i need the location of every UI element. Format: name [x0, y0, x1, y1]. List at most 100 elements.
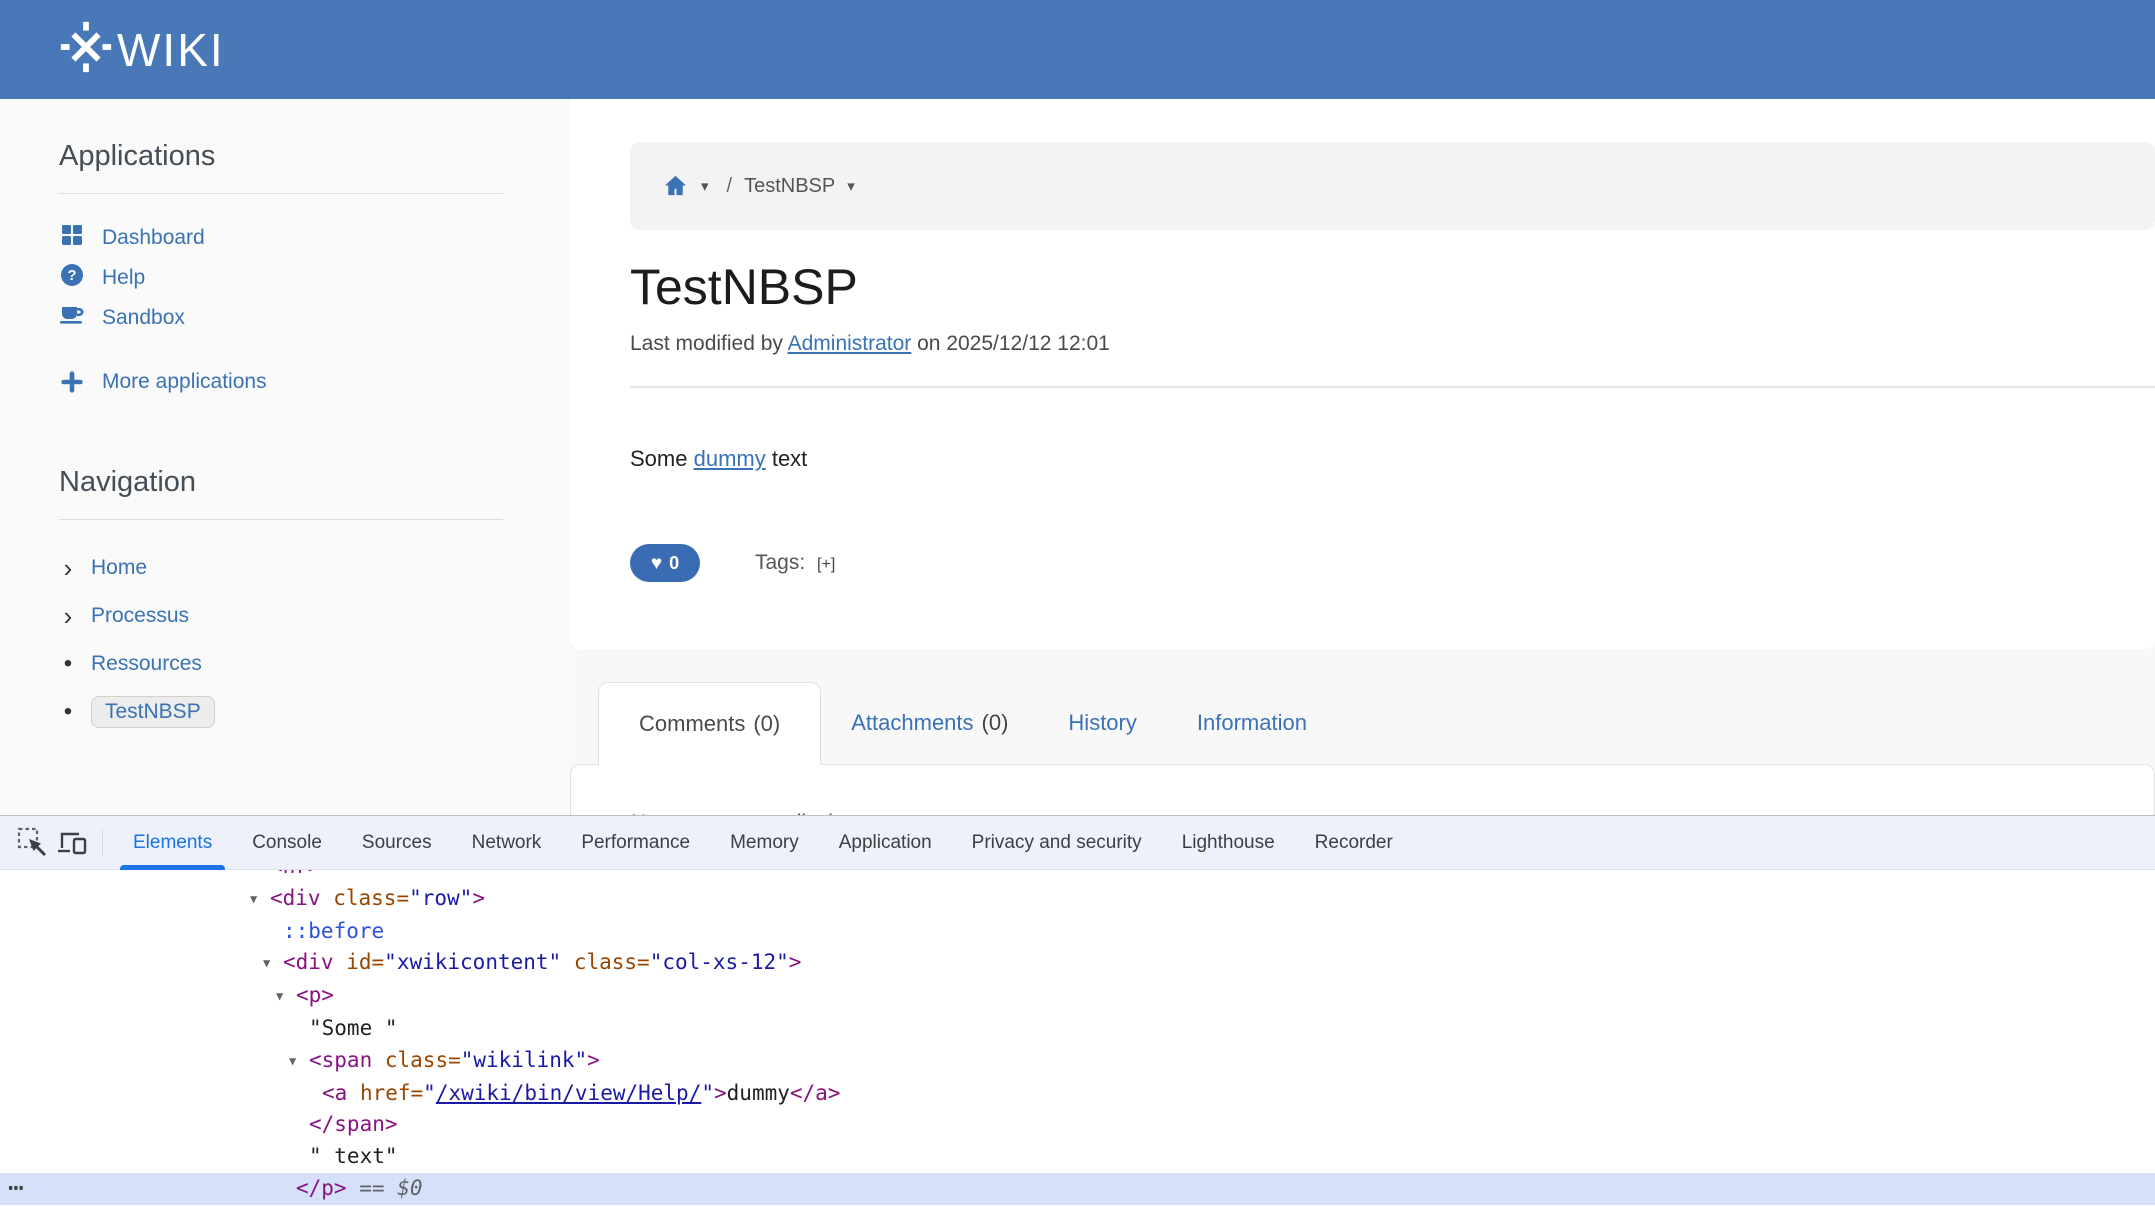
code-token-plain	[334, 950, 347, 974]
dom-tree-node[interactable]: " text"	[0, 1141, 2155, 1173]
dummy-link[interactable]: dummy	[694, 446, 766, 471]
sidebar-link-ressources[interactable]: Ressources	[91, 652, 202, 676]
devtools-tab-privacy-and-security[interactable]: Privacy and security	[952, 816, 1162, 870]
devtools-tab-lighthouse[interactable]: Lighthouse	[1162, 816, 1295, 870]
expand-arrow-icon[interactable]: ▼	[250, 884, 270, 916]
dom-tree-node[interactable]: ▼<span class="wikilink">	[0, 1045, 2155, 1078]
sidebar-item-help[interactable]: ? Help	[59, 258, 503, 298]
expand-arrow-icon[interactable]: ▼	[263, 948, 283, 980]
code-token-tag: </a>	[790, 1081, 841, 1105]
devtools-tab-memory[interactable]: Memory	[710, 816, 819, 870]
tab-history[interactable]: History	[1038, 682, 1166, 764]
like-count: 0	[669, 553, 679, 574]
comments-pane: No comments to display	[570, 764, 2155, 815]
code-token-tag: >	[714, 1081, 727, 1105]
dom-tree-node[interactable]: ▼<p>	[0, 980, 2155, 1013]
tags-label: Tags:	[755, 551, 805, 574]
devtools-tab-application[interactable]: Application	[819, 816, 952, 870]
sidebar-item-more-applications[interactable]: More applications	[59, 362, 503, 402]
page-title: TestNBSP	[630, 258, 2155, 316]
sidebar-item-ressources[interactable]: • Ressources	[59, 640, 503, 688]
code-token-tag: >	[587, 1048, 600, 1072]
like-button[interactable]: ♥ 0	[630, 544, 700, 582]
sidebar-item-sandbox[interactable]: Sandbox	[59, 298, 503, 338]
sidebar-item-testnbsp[interactable]: •TestNBSP	[59, 688, 503, 736]
sidebar-link-more-applications[interactable]: More applications	[102, 370, 267, 394]
divider	[59, 193, 503, 194]
code-token-attr: class=	[333, 886, 409, 910]
tab-attachments[interactable]: Attachments(0)	[821, 682, 1038, 764]
heart-icon: ♥	[651, 554, 662, 573]
code-token-tag: </p>	[296, 1176, 347, 1200]
expand-arrow-icon[interactable]: ▼	[276, 981, 296, 1013]
add-tag-button[interactable]: [+]	[817, 556, 835, 573]
code-token-plain	[347, 1176, 360, 1200]
code-token-tag: <div	[283, 950, 334, 974]
devtools-tabs: ElementsConsoleSourcesNetworkPerformance…	[113, 816, 1413, 870]
expand-arrow-icon[interactable]: ▼	[289, 1046, 309, 1078]
sidebar-item-processus[interactable]: ›Processus	[59, 592, 503, 640]
dom-tree-node[interactable]: <hr>	[0, 870, 2155, 883]
code-token-link[interactable]: /xwiki/bin/view/Help/	[436, 1081, 702, 1105]
document-card: ▾ / TestNBSP ▾ TestNBSP Last modified by…	[570, 99, 2155, 649]
help-question-icon: ?	[59, 262, 85, 294]
tab-information[interactable]: Information	[1167, 682, 1337, 764]
document-paragraph: Some dummy text	[630, 446, 2155, 472]
code-token-tag: <hr>	[270, 870, 321, 878]
dom-tree-node[interactable]: </p> == $0⋯	[0, 1173, 2155, 1205]
tab-comments[interactable]: Comments(0)	[598, 682, 821, 765]
breadcrumb-separator: /	[727, 175, 733, 198]
devtools-tab-sources[interactable]: Sources	[342, 816, 452, 870]
device-toolbar-icon[interactable]	[52, 823, 92, 863]
code-token-attr: href=	[360, 1081, 423, 1105]
dashboard-grid-icon	[59, 222, 85, 254]
spacer	[570, 649, 2155, 682]
navigation-heading: Navigation	[59, 466, 503, 499]
code-token-val: "col-xs-12"	[650, 950, 789, 974]
code-token-plain	[561, 950, 574, 974]
code-token-tag: >	[789, 950, 802, 974]
devtools-tab-console[interactable]: Console	[232, 816, 342, 870]
more-actions-icon[interactable]: ⋯	[8, 1173, 25, 1205]
navigation-list: ›Home›Processus • Ressources •TestNBSP	[59, 544, 503, 736]
elements-panel: <hr>▼<div class="row">::before▼<div id="…	[0, 870, 2155, 1205]
bullet-icon: •	[59, 650, 77, 678]
devtools-tab-recorder[interactable]: Recorder	[1295, 816, 1413, 870]
sidebar-link-dashboard[interactable]: Dashboard	[102, 226, 205, 250]
home-icon[interactable]	[662, 173, 689, 200]
sidebar-link-home[interactable]: Home	[91, 556, 147, 580]
plus-icon	[59, 370, 85, 394]
inspect-icon[interactable]	[12, 823, 52, 863]
active-tab-underline	[120, 865, 225, 870]
dom-tree-node[interactable]: "Some "	[0, 1013, 2155, 1045]
dom-tree-node[interactable]: ::before	[0, 916, 2155, 948]
dom-tree-node[interactable]: ▼<div class="row">	[0, 883, 2155, 916]
sidebar-link-sandbox[interactable]: Sandbox	[102, 306, 185, 330]
devtools-tab-elements[interactable]: Elements	[113, 816, 232, 870]
breadcrumb-page[interactable]: TestNBSP	[744, 175, 835, 198]
code-token-txt: dummy	[727, 1081, 790, 1105]
code-token-tag: >	[472, 886, 485, 910]
code-token-eq: ==	[359, 1176, 384, 1200]
devtools-toolbar: ElementsConsoleSourcesNetworkPerformance…	[0, 816, 2155, 870]
dom-tree-node[interactable]: <a href="/xwiki/bin/view/Help/">dummy</a…	[0, 1078, 2155, 1110]
devtools-tab-network[interactable]: Network	[452, 816, 562, 870]
sidebar-link-help[interactable]: Help	[102, 266, 145, 290]
document-tabs: Comments(0)Attachments(0)HistoryInformat…	[570, 682, 2155, 764]
code-token-txt: " text"	[309, 1144, 398, 1168]
sidebar-item-dashboard[interactable]: Dashboard	[59, 218, 503, 258]
code-token-val: "xwikicontent"	[384, 950, 561, 974]
elements-tree: <hr>▼<div class="row">::before▼<div id="…	[0, 870, 2155, 1205]
devtools-tab-performance[interactable]: Performance	[561, 816, 710, 870]
chevron-down-icon[interactable]: ▾	[701, 177, 709, 195]
code-token-attr: id=	[346, 950, 384, 974]
sidebar-link-processus[interactable]: Processus	[91, 604, 189, 628]
xwiki-logo[interactable]: WIKI	[57, 18, 225, 81]
dom-tree-node[interactable]: ▼<div id="xwikicontent" class="col-xs-12…	[0, 947, 2155, 980]
sidebar-item-home[interactable]: ›Home	[59, 544, 503, 592]
chevron-down-icon[interactable]: ▾	[847, 177, 855, 195]
sidebar-link-testnbsp[interactable]: TestNBSP	[91, 696, 215, 728]
dom-tree-node[interactable]: </span>	[0, 1109, 2155, 1141]
author-link[interactable]: Administrator	[788, 332, 912, 355]
code-token-tag: <p>	[296, 983, 334, 1007]
